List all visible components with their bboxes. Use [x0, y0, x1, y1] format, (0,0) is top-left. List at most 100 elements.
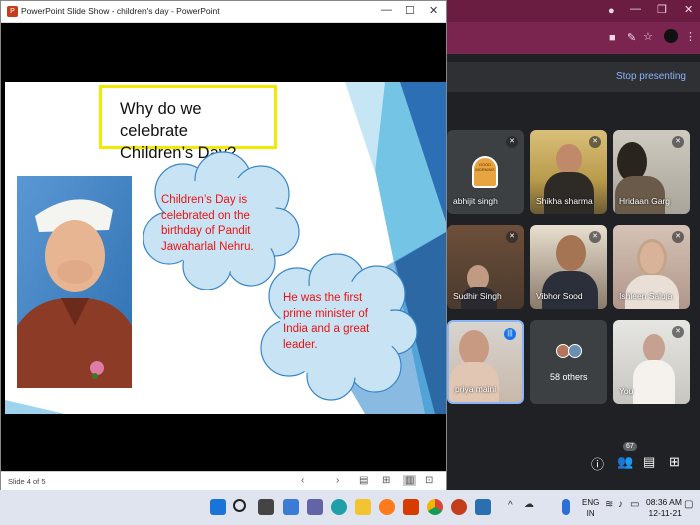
participant-name: Ishleen Saluja	[619, 291, 673, 301]
teams-chat-icon[interactable]	[307, 499, 323, 515]
participant-video	[615, 176, 665, 214]
microphone-icon[interactable]	[562, 499, 570, 515]
close-button[interactable]: ✕	[429, 4, 438, 17]
slide-sorter-icon[interactable]: ⊞	[382, 475, 390, 486]
participant-video	[556, 235, 586, 271]
muted-mic-icon: ✕	[506, 231, 518, 243]
chat-icon[interactable]: ▤	[643, 454, 655, 470]
minimize-button[interactable]: —	[381, 4, 392, 16]
menu-kebab-icon[interactable]: ⋮	[685, 30, 696, 43]
window-title: PowerPoint Slide Show - children's day -…	[21, 6, 220, 16]
self-video	[643, 334, 665, 362]
participant-tile-active[interactable]: ||| priya maini	[447, 320, 524, 404]
battery-icon[interactable]: ▭	[630, 499, 646, 515]
start-icon[interactable]	[210, 499, 226, 515]
powerpoint-icon[interactable]	[451, 499, 467, 515]
activities-icon[interactable]: ⊞	[669, 454, 680, 470]
edge-icon[interactable]	[331, 499, 347, 515]
search-icon[interactable]	[233, 499, 246, 512]
media-player-icon[interactable]	[475, 499, 491, 515]
slide-title-line: Why do we celebrate	[120, 100, 202, 140]
slide-canvas: Why do we celebrate Children’s Day? Chil…	[5, 82, 446, 414]
maximize-button[interactable]: ☐	[405, 4, 415, 17]
widgets-icon[interactable]	[283, 499, 299, 515]
meet-controls: ⓘ 👥 67 ▤ ⊞	[445, 440, 700, 490]
others-count: 58 others	[550, 372, 588, 382]
bubble-line: leader.	[283, 338, 318, 351]
onedrive-icon[interactable]: ☁	[524, 499, 540, 515]
muted-mic-icon: ✕	[506, 136, 518, 148]
bubble-line: India and a great	[283, 323, 370, 335]
edit-icon[interactable]: ✎	[627, 31, 636, 44]
info-icon[interactable]: ⓘ	[591, 454, 604, 473]
bubble-line: Jawaharlal Nehru.	[161, 240, 254, 253]
slide-title-box: Why do we celebrate Children’s Day?	[99, 85, 277, 162]
slide-counter: Slide 4 of 5	[8, 477, 46, 486]
participant-tile[interactable]: GOOD MORNING ✕ abhijit singh	[447, 130, 524, 214]
muted-mic-icon: ✕	[589, 231, 601, 243]
participant-name: Sudhir Singh	[453, 291, 502, 301]
participant-video	[542, 271, 598, 309]
participant-video	[556, 144, 582, 174]
camera-icon[interactable]: ■	[609, 32, 616, 44]
slideshow-statusbar: Slide 4 of 5 ‹ › ▤ ⊞ ▥ ⊡	[1, 471, 446, 490]
good-morning-sticker: GOOD MORNING	[472, 156, 498, 188]
notification-icon[interactable]: ▢	[684, 499, 700, 515]
next-slide-icon[interactable]: ›	[336, 475, 339, 486]
task-view-icon[interactable]	[258, 499, 274, 515]
participant-name: priya maini	[455, 384, 497, 394]
participant-tile[interactable]: ✕ Vibhor Sood	[530, 225, 607, 309]
language-code: ENG	[582, 498, 600, 507]
reading-view-icon[interactable]: ▥	[403, 475, 417, 486]
slideshow-view-icon[interactable]: ⊡	[425, 475, 433, 486]
participant-count-badge: 67	[623, 442, 637, 451]
language-indicator[interactable]: ENG IN	[582, 497, 599, 519]
chrome-icon[interactable]	[427, 499, 443, 515]
region-code: IN	[586, 509, 595, 518]
profile-avatar[interactable]	[664, 29, 678, 43]
participant-name: Shikha sharma	[536, 196, 593, 206]
powerpoint-window: P PowerPoint Slide Show - children's day…	[0, 0, 447, 490]
participant-video	[449, 362, 499, 402]
speaking-indicator-icon: |||	[504, 328, 516, 340]
firefox-icon[interactable]	[379, 499, 395, 515]
self-tile[interactable]: ✕ You	[613, 320, 690, 404]
bookmark-star-icon[interactable]: ☆	[643, 30, 653, 43]
chevron-up-icon[interactable]: ^	[508, 500, 524, 516]
powerpoint-logo-icon: P	[7, 6, 18, 17]
participant-name: Hridaan Garg	[619, 196, 671, 206]
muted-mic-icon: ✕	[672, 231, 684, 243]
window-titlebar: P PowerPoint Slide Show - children's day…	[1, 1, 446, 23]
muted-mic-icon: ✕	[589, 136, 601, 148]
participant-tile[interactable]: ✕ Shikha sharma	[530, 130, 607, 214]
participant-name: abhijit singh	[453, 196, 498, 206]
system-clock[interactable]: 08:36 AM 12-11-21	[646, 497, 682, 519]
muted-mic-icon: ✕	[672, 326, 684, 338]
browser-address-bar: ■ ✎ ☆ ⋮	[445, 22, 700, 54]
notes-view-icon[interactable]: ▤	[359, 475, 368, 486]
self-video	[633, 360, 675, 404]
extension-icon[interactable]: ●	[608, 5, 615, 17]
previous-slide-icon[interactable]: ‹	[301, 475, 304, 486]
minimize-button[interactable]: —	[630, 3, 641, 15]
clock-time: 08:36 AM	[646, 497, 682, 507]
participant-tile[interactable]: ✕ Hridaan Garg	[613, 130, 690, 214]
bubble-line: prime minister of	[283, 307, 368, 320]
participant-video	[637, 239, 667, 277]
clock-date: 12-11-21	[648, 508, 682, 518]
office-icon[interactable]	[403, 499, 419, 515]
stop-presenting-button[interactable]: Stop presenting	[616, 71, 686, 82]
participant-tile[interactable]: ✕ Ishleen Saluja	[613, 225, 690, 309]
file-explorer-icon[interactable]	[355, 499, 371, 515]
close-button[interactable]: ✕	[684, 3, 693, 16]
nehru-portrait-image	[17, 176, 132, 388]
participant-tile[interactable]: ✕ Sudhir Singh	[447, 225, 524, 309]
restore-button[interactable]: ❐	[657, 3, 667, 16]
bubble-line: birthday of Pandit	[161, 225, 251, 237]
avatar	[568, 344, 582, 358]
participant-name: Vibhor Sood	[536, 291, 583, 301]
others-tile[interactable]: 58 others	[530, 320, 607, 404]
bubble-line: celebrated on the	[161, 209, 250, 222]
muted-mic-icon: ✕	[672, 136, 684, 148]
people-icon[interactable]: 👥	[617, 454, 633, 470]
